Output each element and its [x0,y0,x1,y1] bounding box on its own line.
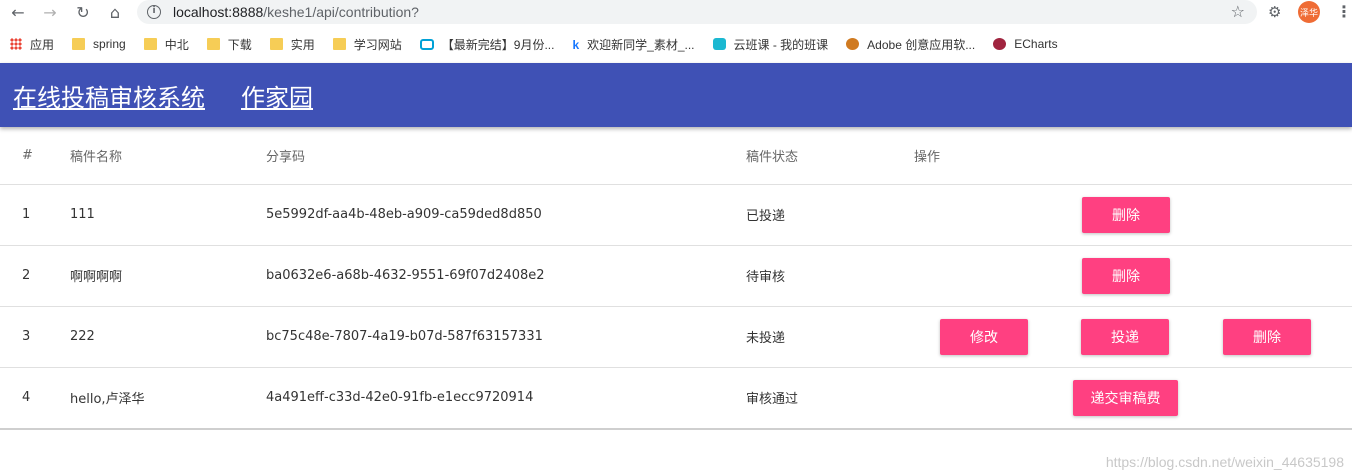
bookmark-label: 学习网站 [353,37,402,52]
watermark: https://blog.csdn.net/weixin_44635198 [1105,454,1344,470]
bookmark-useful[interactable]: 实用 [269,36,315,53]
table-row: 1 111 5e5992df-aa4b-48eb-a909-ca59ded8d8… [0,183,1352,245]
pay-review-fee-button[interactable]: 递交审稿费 [1073,379,1178,416]
submit-button[interactable]: 投递 [1081,318,1169,355]
row-actions: 删除 [914,244,1352,306]
cloud-class-icon [712,38,726,50]
table-row: 2 啊啊啊啊 ba0632e6-a68b-4632-9551-69f07d240… [0,244,1352,306]
bookmark-label: ECharts [1014,37,1058,51]
row-name: 111 [70,183,266,245]
info-icon[interactable]: i [147,5,161,19]
bookmark-label: Adobe 创意应用软... [867,37,976,52]
bookmark-download[interactable]: 下载 [206,36,252,53]
folder-icon [206,38,220,50]
url-text: localhost:8888/keshe1/api/contribution? [173,4,419,20]
folder-icon [269,38,283,50]
column-header-actions: 操作 [914,149,941,165]
bookmark-label: spring [93,37,126,51]
contribution-table: # 稿件名称 分享码 稿件状态 操作 1 111 5e5992df-aa4b-4… [0,127,1352,428]
bookmark-zhongbei[interactable]: 中北 [143,36,189,53]
apps-grid-icon [10,38,22,50]
bookmark-echarts[interactable]: ECharts [993,37,1058,51]
row-actions: 删除 [914,183,1352,245]
bookmark-adobe[interactable]: Adobe 创意应用软... [846,36,975,53]
avatar[interactable]: 泽华 [1298,1,1320,23]
row-index: 1 [0,183,70,245]
row-index: 4 [0,366,70,428]
browser-toolbar: ← → ↻ ⌂ i localhost:8888/keshe1/api/cont… [0,0,1352,26]
home-icon[interactable]: ⌂ [105,2,125,22]
row-name: 222 [70,305,266,367]
bookmark-apps[interactable]: 应用 [10,36,54,53]
edit-button[interactable]: 修改 [940,318,1028,355]
row-name: 啊啊啊啊 [70,244,266,306]
table-row: 3 222 bc75c48e-7807-4a19-b07d-587f631573… [0,305,1352,367]
folder-icon [332,38,346,50]
row-share-code: 5e5992df-aa4b-48eb-a909-ca59ded8d850 [266,183,746,245]
bookmark-label: 下载 [227,37,252,52]
bookmark-cloud-class[interactable]: 云班课 - 我的班课 [712,36,829,53]
kc-icon: k [572,38,580,52]
row-status: 未投递 [746,305,914,367]
row-share-code: 4a491eff-c33d-42e0-91fb-e1ecc9720914 [266,366,746,428]
delete-button[interactable]: 删除 [1223,318,1311,355]
folder-icon [143,38,157,50]
kebab-menu-icon[interactable]: ⋮ [1336,2,1352,21]
url-path: /keshe1/api/contribution? [263,4,419,20]
app-header: 在线投稿审核系统 作家园 [0,63,1352,127]
writer-garden-link[interactable]: 作家园 [241,78,313,113]
extensions-puzzle-icon[interactable]: ⚙ [1268,3,1281,21]
bookmark-spring[interactable]: spring [72,37,126,51]
back-arrow-icon[interactable]: ← [8,2,28,22]
row-status: 待审核 [746,244,914,306]
bookmark-star-icon[interactable]: ☆ [1231,2,1245,21]
contribution-table-container: # 稿件名称 分享码 稿件状态 操作 1 111 5e5992df-aa4b-4… [0,127,1352,430]
column-header-name: 稿件名称 [70,149,123,165]
folder-icon [72,38,86,50]
url-host: localhost:8888 [173,4,264,20]
bookmark-label: 欢迎新同学_素材_... [587,37,695,52]
column-header-status: 稿件状态 [746,149,799,165]
table-header-row: # 稿件名称 分享码 稿件状态 操作 [0,127,1352,184]
row-name: hello,卢泽华 [70,366,266,428]
bookmark-label: 中北 [164,37,189,52]
row-index: 3 [0,305,70,367]
echarts-icon [993,38,1007,50]
adobe-icon [846,38,860,50]
column-header-share-code: 分享码 [266,149,306,165]
delete-button[interactable]: 删除 [1082,257,1170,294]
reload-icon[interactable]: ↻ [73,2,93,22]
row-actions: 递交审稿费 [914,366,1352,428]
row-share-code: bc75c48e-7807-4a19-b07d-587f63157331 [266,305,746,367]
bookmark-study[interactable]: 学习网站 [332,36,402,53]
site-title-link[interactable]: 在线投稿审核系统 [13,78,205,113]
bookmark-label: 【最新完结】9月份... [441,37,555,52]
column-header-index: # [22,147,33,163]
bilibili-icon [419,38,434,50]
row-actions: 修改 投递 删除 [914,305,1352,367]
bookmark-label: 实用 [290,37,315,52]
bookmark-label: 应用 [30,37,55,52]
bookmark-label: 云班课 - 我的班课 [733,37,829,52]
row-share-code: ba0632e6-a68b-4632-9551-69f07d2408e2 [266,244,746,306]
table-row: 4 hello,卢泽华 4a491eff-c33d-42e0-91fb-e1ec… [0,366,1352,428]
delete-button[interactable]: 删除 [1082,196,1170,233]
forward-arrow-icon[interactable]: → [40,2,60,22]
row-index: 2 [0,244,70,306]
row-status: 已投递 [746,183,914,245]
bookmarks-bar: 应用 spring 中北 下载 实用 学习网站 【最新完结】9月份... k 欢迎… [0,26,1352,62]
bookmark-bilibili[interactable]: 【最新完结】9月份... [419,36,555,53]
row-status: 审核通过 [746,366,914,428]
bookmark-kc[interactable]: k 欢迎新同学_素材_... [572,36,694,53]
address-bar[interactable]: i localhost:8888/keshe1/api/contribution… [137,0,1257,24]
